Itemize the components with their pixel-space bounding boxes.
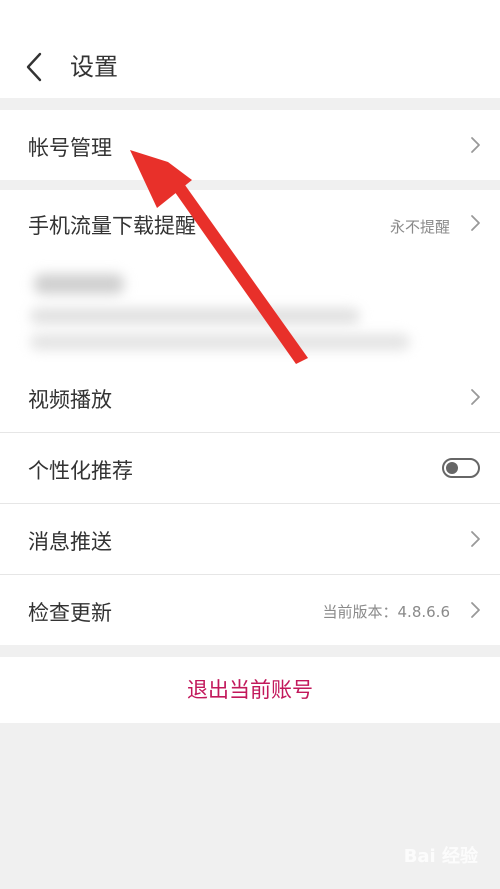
chevron-right-icon: [471, 215, 480, 231]
account-management-row[interactable]: 帐号管理: [0, 110, 500, 180]
video-playback-row[interactable]: 视频播放: [0, 362, 500, 432]
blurred-text: [30, 308, 360, 324]
blurred-text: [34, 274, 124, 294]
current-version-value: 当前版本：4.8.6.6: [322, 603, 450, 621]
watermark-logo: Bai 经验: [403, 846, 478, 867]
chevron-right-icon: [471, 602, 480, 618]
chevron-right-icon: [471, 137, 480, 153]
push-notifications-label: 消息推送: [28, 530, 112, 554]
back-chevron-icon[interactable]: [22, 50, 48, 84]
video-playback-label: 视频播放: [28, 388, 112, 412]
personalized-recommendation-label: 个性化推荐: [28, 459, 133, 483]
toggle-knob: [446, 462, 458, 474]
chevron-right-icon: [471, 531, 480, 547]
logout-button[interactable]: 退出当前账号: [0, 657, 500, 723]
blurred-text: [30, 334, 410, 350]
personalized-recommendation-row: 个性化推荐: [0, 433, 500, 503]
check-update-row[interactable]: 检查更新 当前版本：4.8.6.6: [0, 575, 500, 645]
mobile-data-reminder-row[interactable]: 手机流量下载提醒 永不提醒: [0, 190, 500, 256]
mobile-data-reminder-label: 手机流量下载提醒: [28, 214, 196, 238]
logout-label: 退出当前账号: [187, 678, 313, 702]
mobile-data-reminder-value: 永不提醒: [389, 218, 450, 236]
personalized-recommendation-toggle[interactable]: [442, 458, 480, 478]
chevron-right-icon: [471, 389, 480, 405]
header: 设置: [0, 0, 500, 98]
account-management-label: 帐号管理: [28, 136, 112, 160]
page-title: 设置: [70, 53, 118, 81]
push-notifications-row[interactable]: 消息推送: [0, 504, 500, 574]
check-update-label: 检查更新: [28, 601, 112, 625]
blurred-content: [0, 256, 500, 362]
